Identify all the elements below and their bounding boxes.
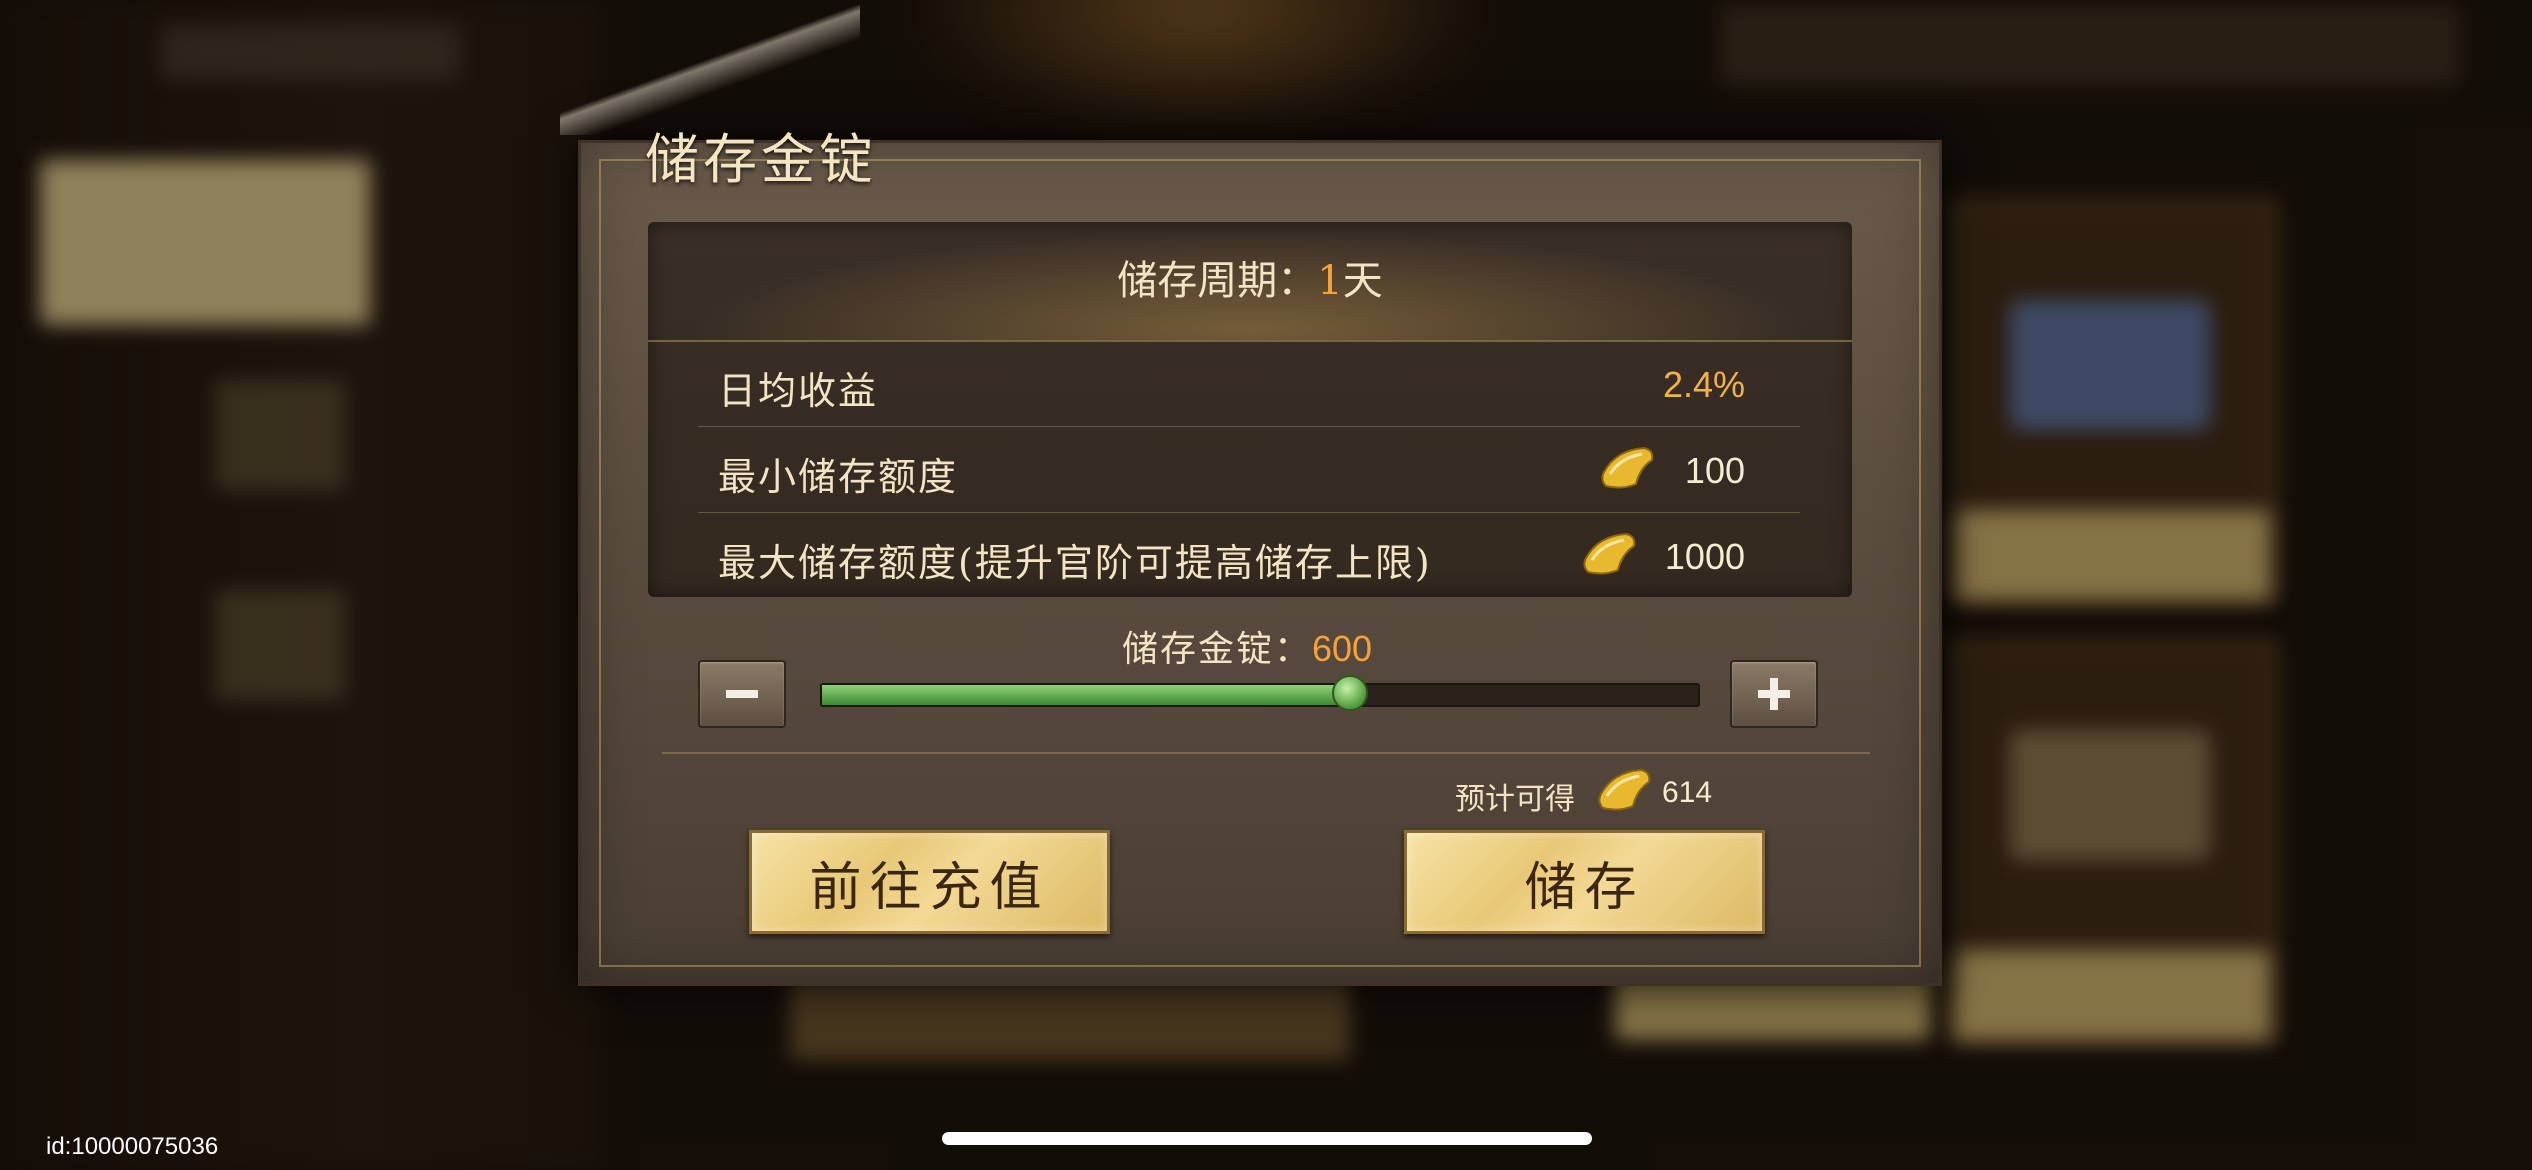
period-header: 储存周期：1天 [648,222,1852,342]
plus-icon [1758,678,1790,710]
recharge-button[interactable]: 前往充值 [749,830,1110,934]
period-unit: 天 [1342,258,1383,304]
slider-handle[interactable] [1331,675,1368,711]
gold-ingot-icon [1583,532,1636,575]
minus-icon [726,690,758,698]
row-daily-yield: 日均收益 2.4% [698,342,1800,427]
decrease-button[interactable] [698,660,786,728]
info-panel: 储存周期：1天 日均收益 2.4% 最小储存额度 100 最大储存额度(提升官阶… [648,222,1852,597]
divider [662,752,1870,754]
slider-value: 600 [1312,628,1373,669]
row-label: 最小储存额度 [718,455,959,499]
row-max-amount: 最大储存额度(提升官阶可提高储存上限) 1000 [698,514,1800,598]
slider-fill [822,685,1348,705]
store-button[interactable]: 储存 [1404,830,1765,934]
period-value: 1 [1317,258,1343,304]
gold-ingot-icon [1598,768,1651,811]
gold-ingot-icon [1601,446,1654,489]
row-label: 最大储存额度(提升官阶可提高储存上限) [718,541,1432,585]
home-indicator[interactable] [942,1132,1592,1145]
dialog-title: 储存金锭 [645,128,877,191]
row-label: 日均收益 [718,369,879,413]
row-value: 1000 [1664,536,1745,577]
slider-label: 储存金锭： [1122,629,1313,670]
user-id-label: id:10000075036 [46,1133,219,1160]
row-value: 2.4% [1662,364,1745,405]
estimate-value: 614 [1662,776,1713,809]
amount-slider[interactable] [820,675,1700,711]
row-min-amount: 最小储存额度 100 [698,428,1800,513]
increase-button[interactable] [1730,660,1818,728]
period-label: 储存周期： [1117,258,1318,304]
estimate-label: 预计可得 [1455,782,1575,817]
row-value: 100 [1684,450,1745,491]
